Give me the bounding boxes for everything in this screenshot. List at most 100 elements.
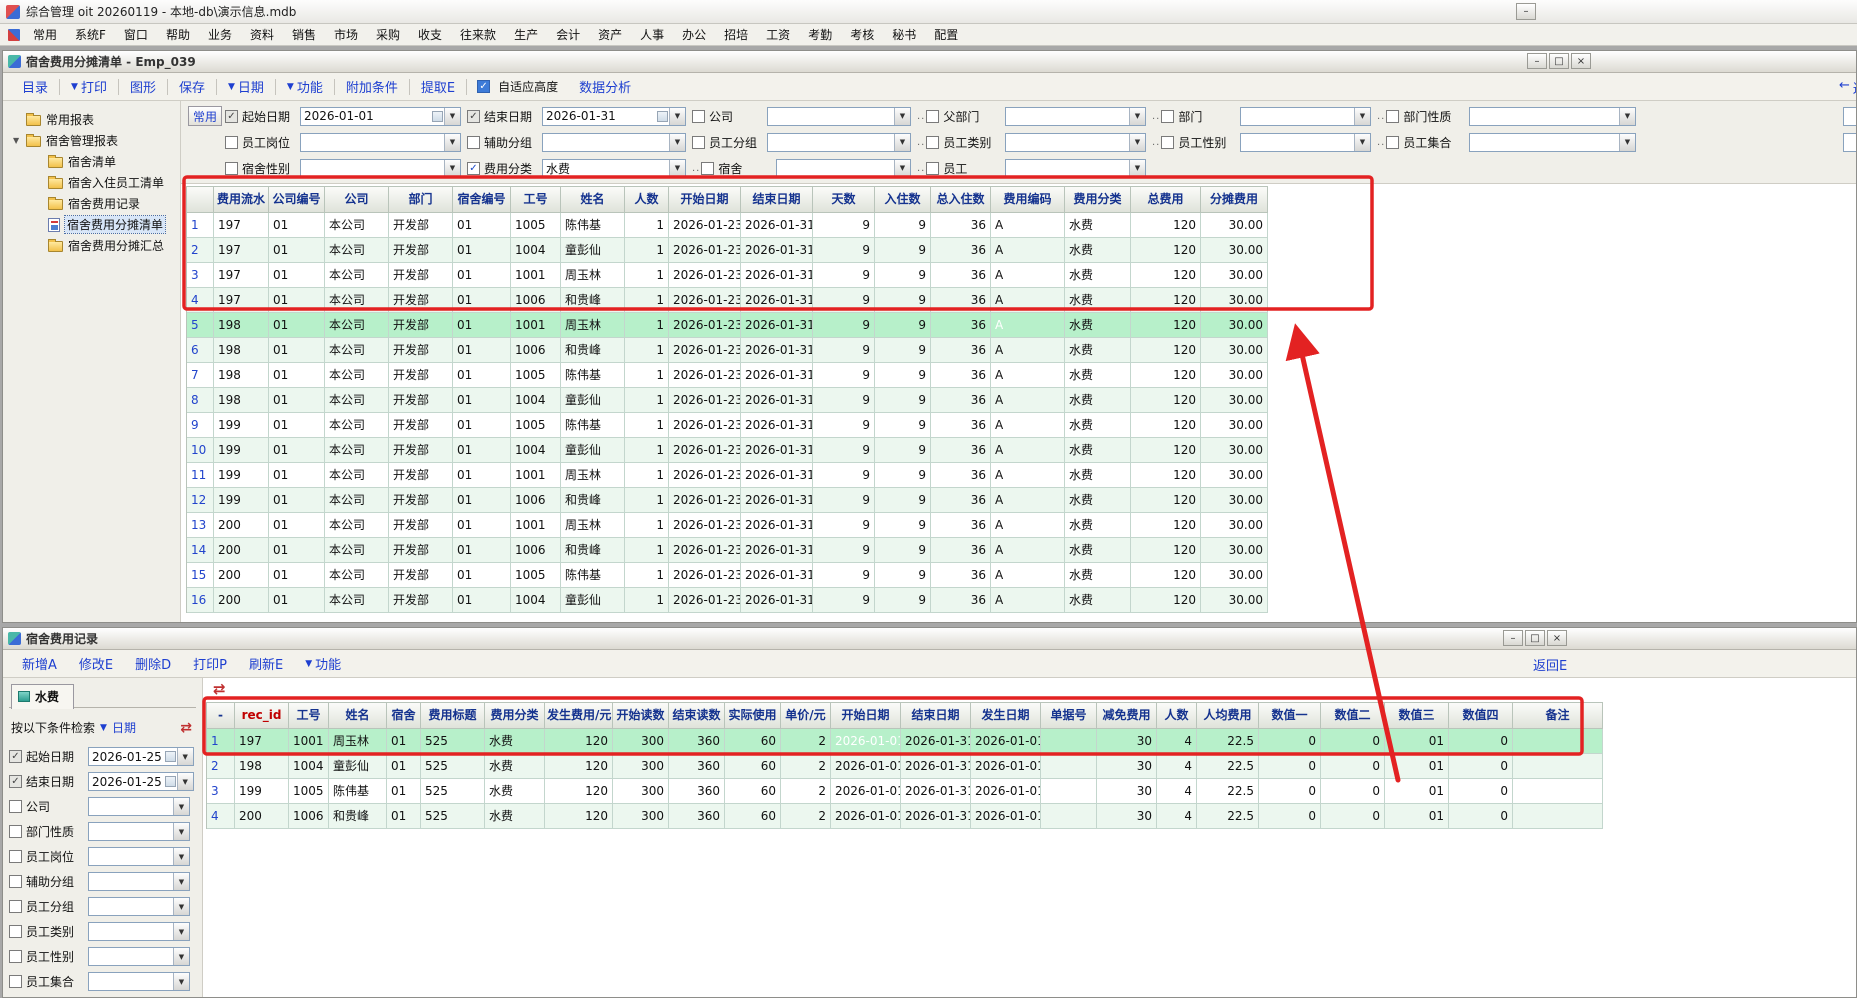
grid-cell[interactable]: 360 (669, 779, 725, 804)
grid-cell[interactable]: 2026-01-01 (971, 729, 1041, 754)
grid-row[interactable]: 1019901本公司开发部011004童彭仙12026-01-232026-01… (187, 438, 1268, 463)
grid-cell[interactable]: A (991, 513, 1065, 538)
grid-cell[interactable]: 和贵峰 (561, 288, 625, 313)
grid-row[interactable]: 819801本公司开发部011004童彭仙12026-01-232026-01-… (187, 388, 1268, 413)
grid-cell[interactable]: 开发部 (389, 438, 453, 463)
grid-cell[interactable]: 199 (214, 438, 269, 463)
grid-cell[interactable]: 9 (813, 588, 875, 613)
grid-cell[interactable]: 198 (214, 388, 269, 413)
dropdown-arrow-icon[interactable]: ▼ (173, 923, 189, 940)
menu-item-办公[interactable]: 办公 (673, 26, 715, 43)
grid-cell[interactable]: 开发部 (389, 363, 453, 388)
grid-cell[interactable]: 本公司 (325, 488, 389, 513)
record-back-button[interactable]: 返回E (1533, 655, 1567, 674)
grid-cell[interactable]: 9 (875, 238, 931, 263)
grid-cell[interactable]: 30 (1097, 804, 1157, 829)
grid-cell[interactable]: 9 (813, 288, 875, 313)
tree-item-宿舍费用分摊汇总[interactable]: 宿舍费用分摊汇总 (5, 235, 178, 256)
grid-cell[interactable]: 01 (453, 238, 511, 263)
grid-cell[interactable]: 2026-01-23 (669, 438, 741, 463)
grid-cell[interactable]: 水费 (1065, 488, 1131, 513)
row-number[interactable]: 14 (187, 538, 214, 563)
grid-header-cell-分摊费用[interactable]: 分摊费用 (1201, 187, 1268, 213)
grid-cell[interactable]: 01 (453, 438, 511, 463)
report-back-button[interactable]: ← 返回E (1839, 78, 1857, 97)
combobox-clipped[interactable] (1843, 133, 1856, 152)
grid-header-cell-开始读数[interactable]: 开始读数 (613, 703, 669, 729)
grid-cell[interactable]: 22.5 (1197, 754, 1259, 779)
grid-cell[interactable]: 水费 (1065, 588, 1131, 613)
grid-cell[interactable]: 2 (781, 804, 831, 829)
grid-cell[interactable]: 1001 (511, 513, 561, 538)
checkbox-员工[interactable] (926, 162, 939, 175)
grid-cell[interactable]: 2 (781, 729, 831, 754)
grid-cell[interactable]: 水费 (485, 729, 545, 754)
grid-cell[interactable]: 水费 (1065, 263, 1131, 288)
grid-cell[interactable]: A (991, 288, 1065, 313)
grid-header-cell-数值二[interactable]: 数值二 (1321, 703, 1385, 729)
grid-cell[interactable]: 水费 (1065, 313, 1131, 338)
grid-cell[interactable]: 9 (875, 438, 931, 463)
combobox-公司[interactable]: ▼ (88, 797, 190, 816)
tree-item-宿舍费用分摊清单[interactable]: 宿舍费用分摊清单 (5, 214, 178, 235)
tree-item-宿舍管理报表[interactable]: ▼宿舍管理报表 (5, 130, 178, 151)
grid-cell[interactable]: 2026-01-31 (901, 804, 971, 829)
grid-cell[interactable]: 4 (1157, 754, 1197, 779)
combobox-员工性别[interactable]: ▼ (1240, 133, 1371, 152)
grid-cell[interactable]: 水费 (1065, 238, 1131, 263)
dropdown-arrow-icon[interactable]: ▼ (1619, 108, 1635, 125)
grid-cell[interactable]: 30.00 (1201, 263, 1268, 288)
grid-row[interactable]: 1219901本公司开发部011006和贵峰12026-01-232026-01… (187, 488, 1268, 513)
grid-header-cell-结束读数[interactable]: 结束读数 (669, 703, 725, 729)
grid-cell[interactable]: 9 (813, 338, 875, 363)
grid-cell[interactable]: 开发部 (389, 313, 453, 338)
grid-cell[interactable]: 197 (235, 729, 289, 754)
grid-cell[interactable]: A (991, 263, 1065, 288)
grid-cell[interactable]: 本公司 (325, 263, 389, 288)
grid-cell[interactable]: 0 (1449, 779, 1513, 804)
grid-cell[interactable]: 2026-01-23 (669, 463, 741, 488)
grid-header-cell-工号[interactable]: 工号 (289, 703, 329, 729)
menu-item-系统F[interactable]: 系统F (66, 26, 115, 43)
grid-header-cell-发生费用/元[interactable]: 发生费用/元 (545, 703, 613, 729)
grid-cell[interactable]: 01 (269, 463, 325, 488)
grid-row[interactable]: 919901本公司开发部011005陈伟基12026-01-232026-01-… (187, 413, 1268, 438)
dropdown-arrow-icon[interactable]: ▼ (669, 160, 685, 177)
grid-header-cell-费用分类[interactable]: 费用分类 (1065, 187, 1131, 213)
grid-cell[interactable]: 0 (1259, 779, 1321, 804)
grid-cell[interactable]: 01 (453, 513, 511, 538)
grid-cell[interactable]: 9 (813, 238, 875, 263)
grid-cell[interactable]: 120 (1131, 313, 1201, 338)
grid-cell[interactable]: 水费 (1065, 288, 1131, 313)
grid-cell[interactable]: 2026-01-01 (831, 729, 901, 754)
grid-cell[interactable]: 本公司 (325, 363, 389, 388)
grid-cell[interactable]: A (991, 463, 1065, 488)
grid-row[interactable]: 1320001本公司开发部011001周玉林12026-01-232026-01… (187, 513, 1268, 538)
grid-cell[interactable]: 1 (625, 513, 669, 538)
grid-cell[interactable]: 01 (453, 563, 511, 588)
combobox-辅助分组[interactable]: ▼ (542, 133, 686, 152)
grid-cell[interactable]: 1 (625, 213, 669, 238)
grid-cell[interactable]: 和贵峰 (561, 338, 625, 363)
grid-cell[interactable]: 陈伟基 (561, 363, 625, 388)
combobox-部门性质[interactable]: ▼ (88, 822, 190, 841)
grid-cell[interactable]: 2026-01-31 (741, 463, 813, 488)
grid-cell[interactable]: 9 (813, 413, 875, 438)
grid-cell[interactable]: 36 (931, 438, 991, 463)
row-number[interactable]: 12 (187, 488, 214, 513)
grid-cell[interactable]: 1006 (511, 288, 561, 313)
grid-cell[interactable]: 本公司 (325, 313, 389, 338)
checkbox-员工分组[interactable] (692, 136, 705, 149)
grid-cell[interactable]: 2026-01-23 (669, 563, 741, 588)
grid-cell[interactable]: 2026-01-31 (741, 263, 813, 288)
grid-cell[interactable]: 本公司 (325, 513, 389, 538)
grid-cell[interactable]: 童彭仙 (561, 388, 625, 413)
grid-header-cell-公司编号[interactable]: 公司编号 (269, 187, 325, 213)
grid-cell[interactable]: 水费 (1065, 338, 1131, 363)
grid-cell[interactable]: 9 (875, 463, 931, 488)
grid-cell[interactable]: 水费 (1065, 363, 1131, 388)
combobox-公司[interactable]: ▼ (767, 107, 911, 126)
grid-cell[interactable]: 1 (625, 238, 669, 263)
grid-cell[interactable]: 水费 (1065, 463, 1131, 488)
grid-cell[interactable]: 1 (625, 313, 669, 338)
